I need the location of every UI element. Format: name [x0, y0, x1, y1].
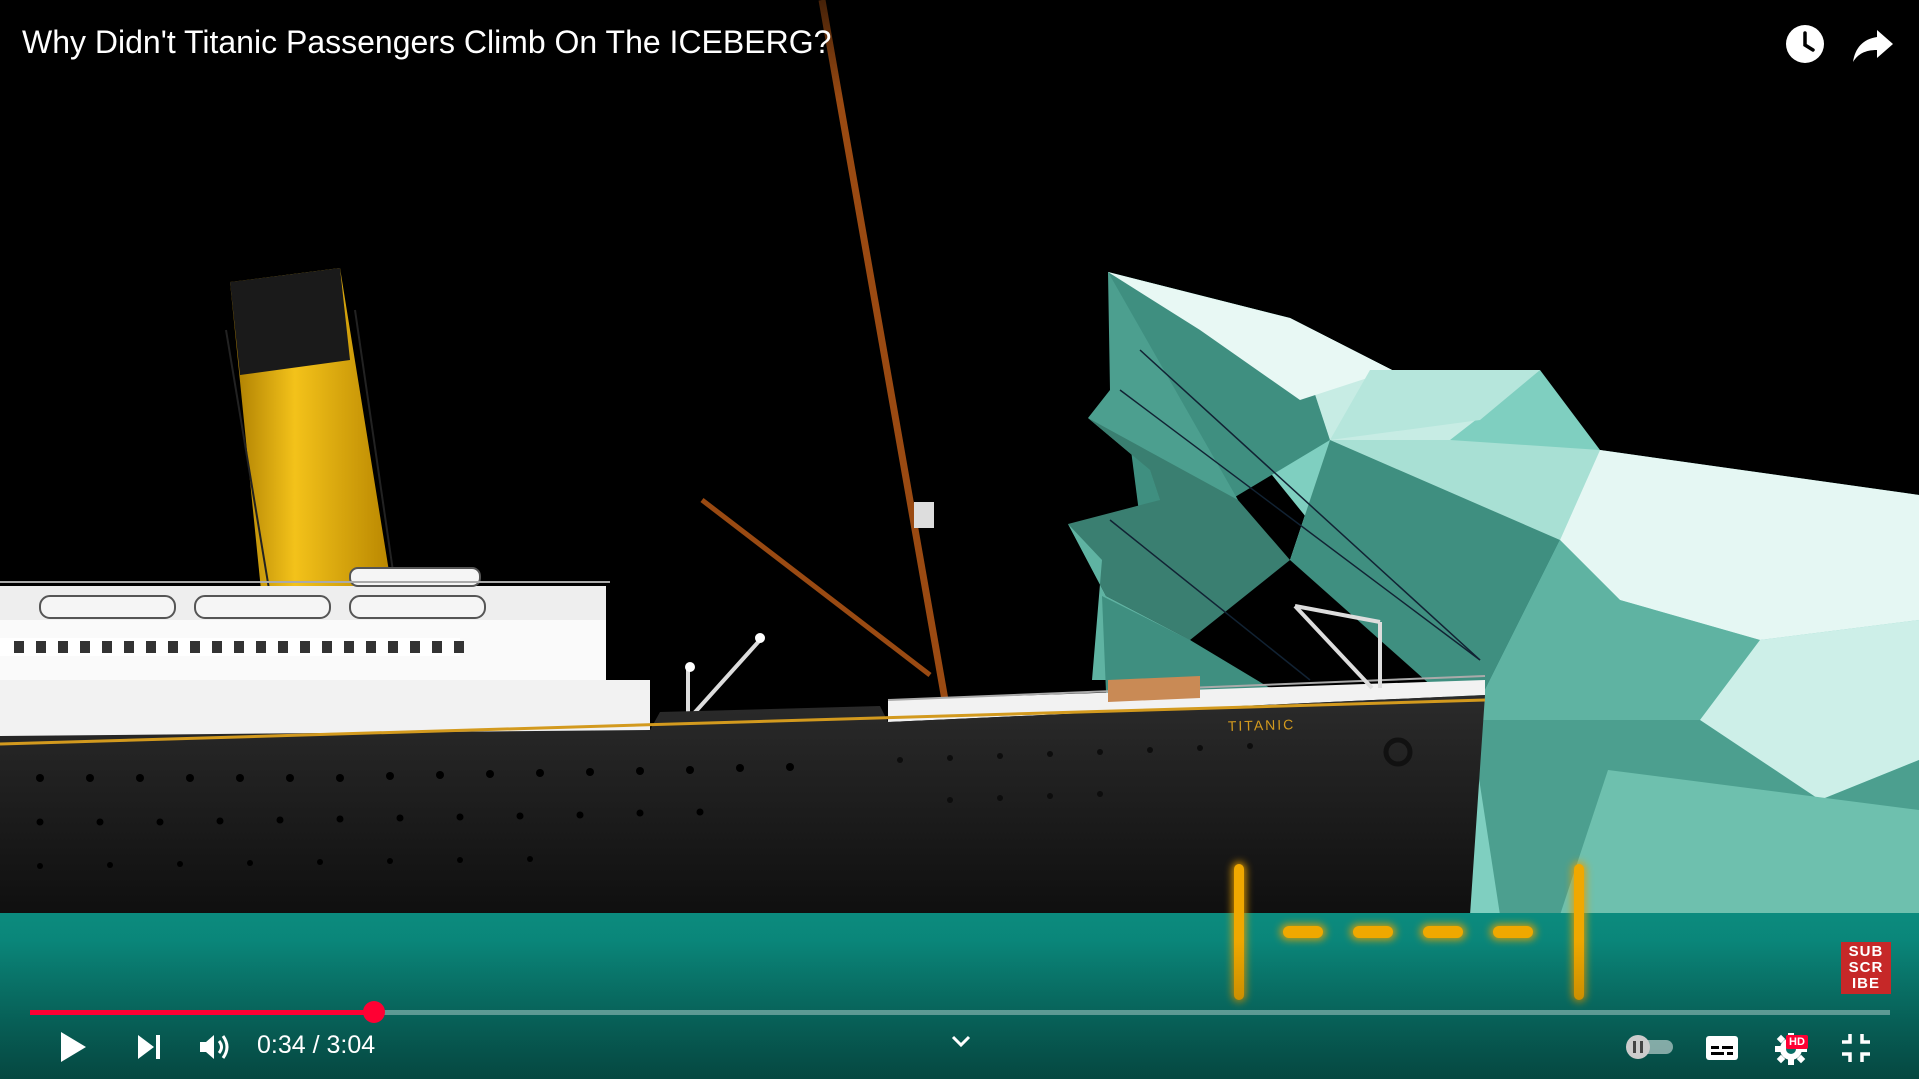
- autoplay-toggle[interactable]: [1623, 1034, 1675, 1065]
- video-frame: TITANIC: [0, 0, 1919, 1079]
- share-icon[interactable]: [1851, 22, 1895, 66]
- time-separator: /: [305, 1031, 327, 1059]
- progress-bar[interactable]: [30, 1001, 1890, 1023]
- chevron-down-icon[interactable]: [950, 1034, 972, 1053]
- next-icon[interactable]: [135, 1033, 163, 1066]
- subscribe-overlay[interactable]: SUB SCR IBE: [1841, 942, 1891, 994]
- hd-badge: HD: [1786, 1035, 1808, 1049]
- video-player[interactable]: TITANIC Why Didn't Titanic Passengers Cl…: [0, 0, 1919, 1079]
- time-display: 0:34 / 3:04: [257, 1031, 375, 1060]
- progress-scrubber[interactable]: [363, 1001, 386, 1023]
- volume-icon[interactable]: [198, 1031, 232, 1068]
- progress-played: [30, 1010, 375, 1015]
- clock-icon[interactable]: [1783, 22, 1827, 66]
- duration: 3:04: [326, 1031, 376, 1059]
- exit-fullscreen-icon[interactable]: [1840, 1032, 1872, 1069]
- play-icon[interactable]: [58, 1030, 88, 1069]
- current-time: 0:34: [257, 1031, 306, 1059]
- ship-name-label: TITANIC: [1228, 716, 1296, 734]
- captions-icon[interactable]: [1705, 1034, 1739, 1067]
- video-title[interactable]: Why Didn't Titanic Passengers Climb On T…: [22, 24, 831, 61]
